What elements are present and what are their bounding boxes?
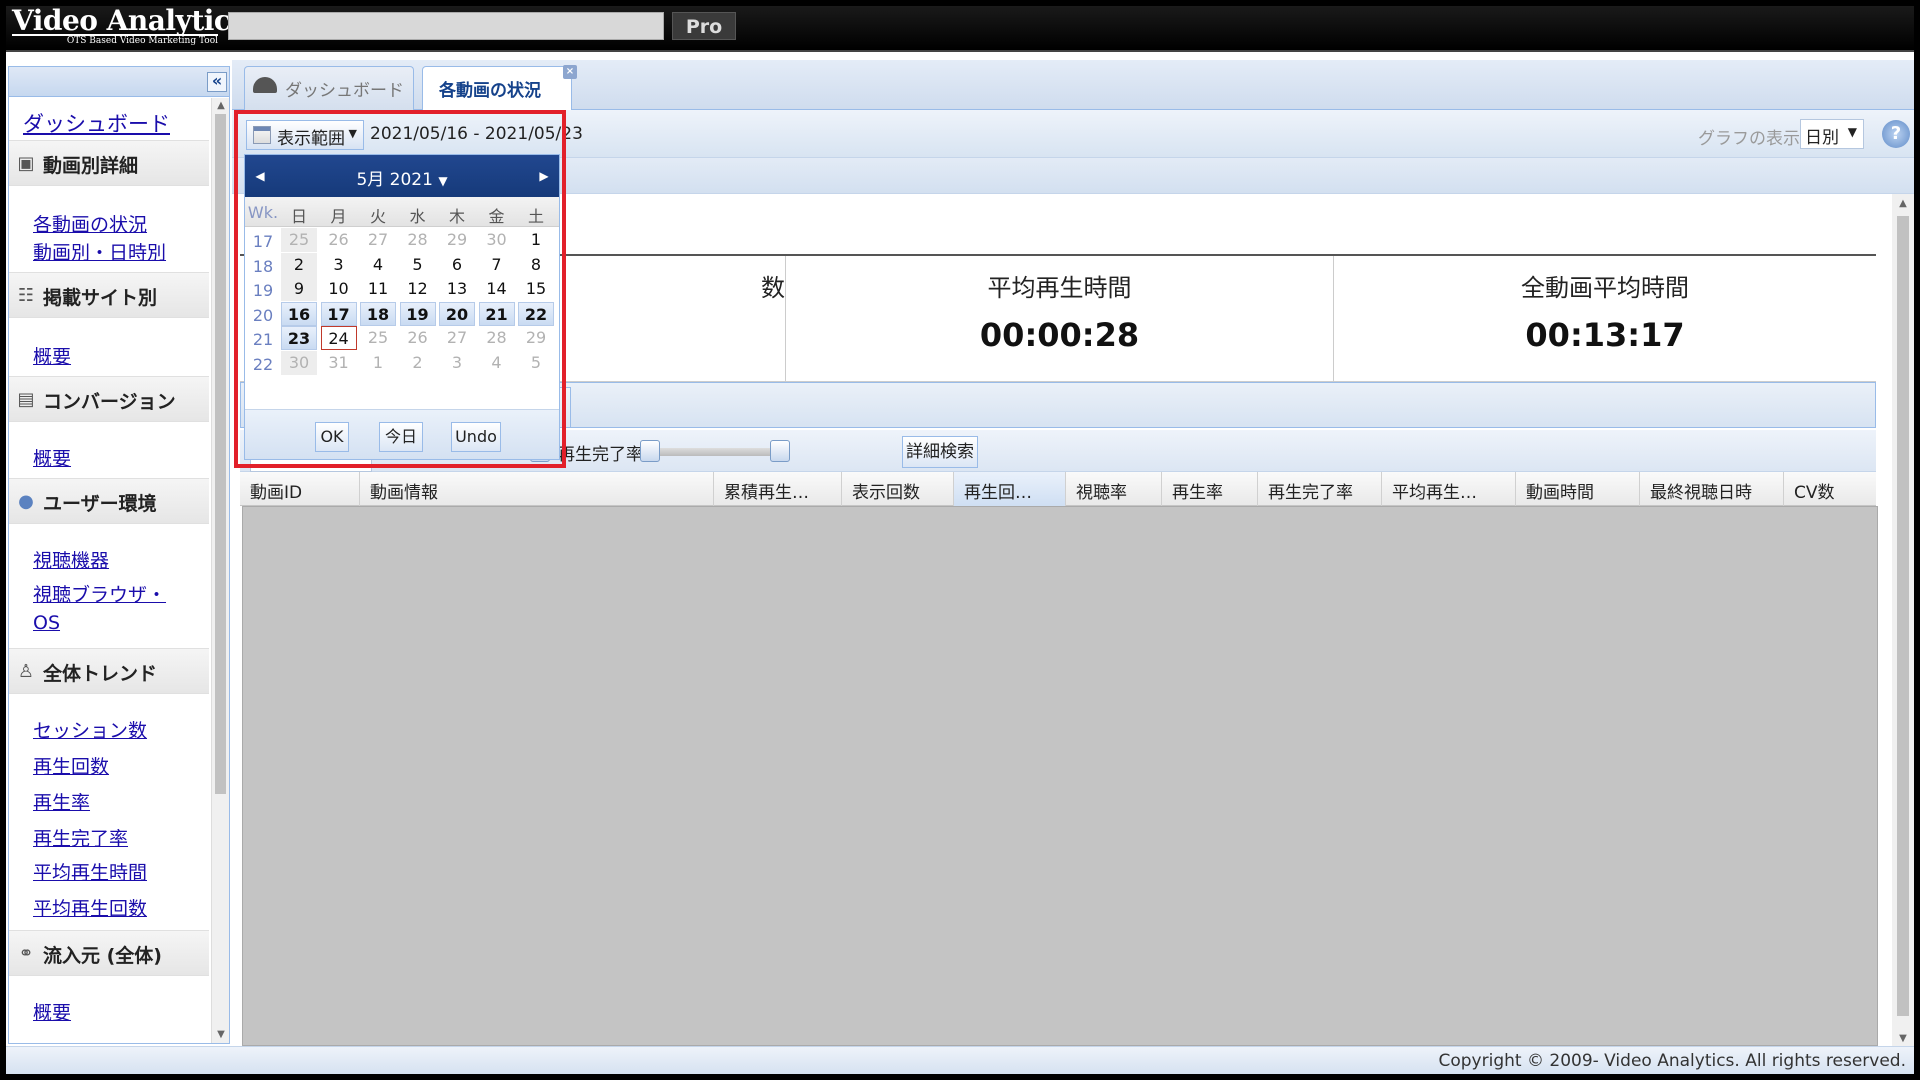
column-completion-rate[interactable]: 再生完了率	[1258, 472, 1382, 506]
column-plays[interactable]: 再生回…	[954, 472, 1066, 506]
column-avg-play[interactable]: 平均再生…	[1382, 472, 1516, 506]
stat-avg-play-time: 平均再生時間 00:00:28	[786, 256, 1334, 382]
link-icon: ⚭	[18, 943, 34, 964]
footer: Copyright © 2009- Video Analytics. All r…	[6, 1046, 1914, 1074]
column-last-viewed[interactable]: 最終視聴日時	[1640, 472, 1784, 506]
sidebar-item-dashboard[interactable]: ダッシュボード	[23, 108, 170, 138]
column-video-info[interactable]: 動画情報	[360, 472, 714, 506]
column-view-rate[interactable]: 視聴率	[1066, 472, 1162, 506]
sidebar-item-plays[interactable]: 再生回数	[33, 752, 109, 779]
app-header: Video Analytics OTS Based Video Marketin…	[6, 6, 1914, 52]
tab-video-status[interactable]: 各動画の状況 ×	[422, 65, 577, 111]
column-cv-count[interactable]: CV数	[1784, 472, 1876, 506]
column-play-rate[interactable]: 再生率	[1162, 472, 1258, 506]
edition-badge: Pro	[672, 12, 736, 40]
film-icon: ▣	[17, 153, 35, 174]
double-chevron-left-icon[interactable]: «	[207, 72, 227, 92]
sidebar-item-video-status[interactable]: 各動画の状況	[33, 210, 147, 237]
sidebar-item-os[interactable]: OS	[33, 612, 60, 634]
highlight-frame	[234, 110, 566, 468]
sidebar-section-label: コンバージョン	[43, 391, 176, 413]
sidebar-section-label: 掲載サイト別	[43, 287, 158, 309]
sidebar-item-completion-rate[interactable]: 再生完了率	[33, 824, 128, 851]
chevron-down-icon: ▼	[1847, 125, 1857, 139]
completion-slider-max-handle[interactable]	[770, 440, 790, 462]
sidebar-section-sites: ☷ 掲載サイト別	[9, 272, 209, 318]
column-cumulative-plays[interactable]: 累積再生…	[714, 472, 842, 506]
close-icon[interactable]: ×	[563, 65, 577, 79]
copyright-text: Copyright © 2009- Video Analytics. All r…	[1438, 1051, 1907, 1071]
scroll-down-icon[interactable]: ▼	[1897, 1033, 1909, 1044]
grid-header: 動画ID 動画情報 累積再生… 表示回数 再生回… 視聴率 再生率 再生完了率 …	[240, 472, 1876, 506]
scrollbar-thumb[interactable]	[215, 114, 226, 794]
gauge-icon	[253, 77, 277, 93]
completion-slider-min-handle[interactable]	[640, 440, 660, 462]
logo: Video Analytics OTS Based Video Marketin…	[12, 6, 246, 50]
tab-bar: ダッシュボード 各動画の状況 ×	[232, 60, 1914, 111]
stat-label: 全動画平均時間	[1521, 274, 1689, 302]
table-icon: ☷	[17, 285, 35, 306]
sidebar-scrollbar[interactable]: ▲ ▼	[211, 98, 229, 1043]
column-video-id[interactable]: 動画ID	[240, 472, 360, 506]
sidebar-section-referrer: ⚭ 流入元 (全体)	[9, 930, 209, 976]
graph-display-label: グラフの表示	[1698, 129, 1800, 149]
sidebar-item-sessions[interactable]: セッション数	[33, 716, 147, 743]
sidebar: « ダッシュボード ▣ 動画別詳細 各動画の状況 動画別・日時別 ☷ 掲載サイト…	[8, 66, 230, 1044]
stat-label: 平均再生時間	[987, 274, 1132, 302]
sidebar-item-browsers[interactable]: 視聴ブラウザ・	[33, 580, 166, 607]
logo-subtitle: OTS Based Video Marketing Tool	[66, 36, 218, 46]
scroll-up-icon[interactable]: ▲	[215, 100, 227, 112]
sidebar-item-avg-play-time[interactable]: 平均再生時間	[33, 858, 147, 885]
sidebar-section-conversion: ▤ コンバージョン	[9, 376, 209, 422]
stat-all-avg-time: 全動画平均時間 00:13:17	[1334, 256, 1876, 382]
detail-search-button[interactable]: 詳細検索	[902, 436, 978, 468]
sidebar-item-avg-plays[interactable]: 平均再生回数	[33, 894, 147, 921]
grid-body	[242, 506, 1878, 1046]
sidebar-item-conversion-overview[interactable]: 概要	[33, 444, 71, 471]
sidebar-section-label: 流入元 (全体)	[43, 945, 162, 967]
column-video-duration[interactable]: 動画時間	[1516, 472, 1640, 506]
tab-dashboard[interactable]: ダッシュボード	[244, 66, 414, 110]
graph-mode-value: 日別	[1805, 128, 1839, 148]
sidebar-section-trend: ♙ 全体トレンド	[9, 648, 209, 694]
sidebar-item-video-by-date[interactable]: 動画別・日時別	[33, 238, 166, 265]
app-window: Video Analytics OTS Based Video Marketin…	[6, 6, 1914, 1074]
sidebar-header: «	[9, 67, 229, 97]
sidebar-item-sites-overview[interactable]: 概要	[33, 342, 71, 369]
graph-mode-select[interactable]: 日別 ▼	[1800, 119, 1864, 149]
stat-value: 00:00:28	[979, 316, 1140, 354]
sidebar-item-play-rate[interactable]: 再生率	[33, 788, 90, 815]
sidebar-section-label: 動画別詳細	[43, 155, 139, 177]
user-icon: ●	[18, 491, 34, 512]
content-scrollbar[interactable]: ▲ ▼	[1892, 194, 1914, 1046]
header-account-bar	[228, 12, 664, 40]
sidebar-section-label: ユーザー環境	[43, 493, 157, 515]
sidebar-section-video-detail: ▣ 動画別詳細	[9, 140, 209, 186]
stat-value: 00:13:17	[1525, 316, 1685, 354]
tab-label: 各動画の状況	[439, 81, 541, 101]
completion-rate-label: 再生完了率	[558, 445, 643, 465]
scrollbar-thumb[interactable]	[1897, 216, 1909, 1016]
sidebar-nav: ダッシュボード ▣ 動画別詳細 各動画の状況 動画別・日時別 ☷ 掲載サイト別 …	[9, 98, 209, 1043]
completion-slider-track[interactable]	[646, 448, 786, 456]
column-impressions[interactable]: 表示回数	[842, 472, 954, 506]
tab-label: ダッシュボード	[285, 81, 404, 101]
sidebar-section-user-env: ● ユーザー環境	[9, 478, 209, 524]
sidebar-item-devices[interactable]: 視聴機器	[33, 546, 109, 573]
document-icon: ▤	[17, 389, 35, 410]
hierarchy-icon: ♙	[17, 661, 35, 682]
scroll-down-icon[interactable]: ▼	[215, 1029, 227, 1041]
sidebar-item-referrer-overview[interactable]: 概要	[33, 998, 71, 1025]
logo-title: Video Analytics	[12, 6, 246, 37]
sidebar-section-label: 全体トレンド	[43, 663, 158, 685]
help-icon[interactable]: ?	[1882, 120, 1910, 148]
scroll-up-icon[interactable]: ▲	[1897, 198, 1909, 209]
